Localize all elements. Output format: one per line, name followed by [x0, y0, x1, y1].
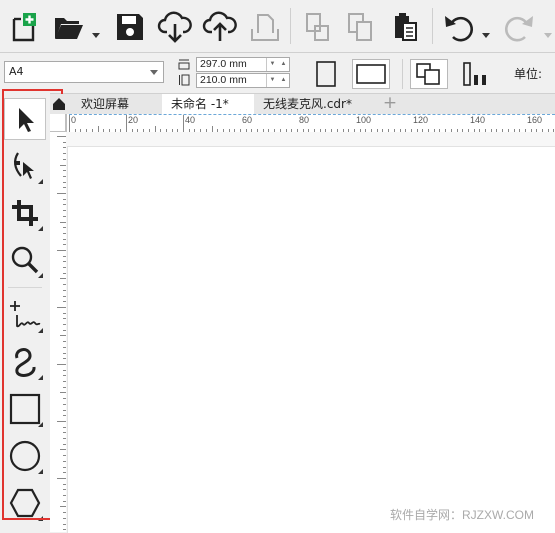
open-button[interactable]	[48, 8, 88, 46]
add-tab-button[interactable]: +	[380, 94, 400, 114]
cloud-import-button[interactable]	[155, 8, 195, 46]
clipboard-button[interactable]	[385, 8, 425, 46]
vertical-ruler[interactable]	[50, 114, 67, 532]
chevron-down-icon	[482, 33, 490, 38]
ruler-label: 60	[242, 115, 253, 125]
ruler-label: 100	[356, 115, 372, 125]
ruler-label: 20	[128, 115, 139, 125]
chevron-down-icon	[544, 33, 552, 38]
publish-pdf-button[interactable]	[245, 8, 285, 46]
standard-toolbar	[0, 0, 555, 53]
undo-icon	[445, 16, 473, 42]
tab-untitled-1[interactable]: 未命名 -1*	[162, 94, 254, 114]
current-page-button[interactable]	[456, 59, 494, 89]
open-dropdown-arrow[interactable]	[92, 24, 100, 38]
property-bar: A4 297.0 mm ▼ ▲ 210.0 mm ▼ ▲ 单位:	[0, 53, 555, 94]
page-height-value: 210.0 mm	[200, 74, 247, 86]
portrait-page-icon	[316, 61, 336, 87]
toolbar-separator	[432, 8, 433, 44]
ruler-tick	[69, 115, 70, 132]
tab-welcome-screen[interactable]: 欢迎屏幕	[72, 94, 138, 114]
document-page[interactable]	[67, 146, 555, 533]
ruler-label: 40	[185, 115, 196, 125]
ruler-tick	[126, 115, 127, 132]
page-height-stepper[interactable]: ▼ ▲	[266, 74, 289, 87]
ruler-label: 120	[413, 115, 429, 125]
ruler-tick	[57, 307, 66, 308]
copy-properties-button[interactable]	[297, 8, 337, 46]
all-pages-icon	[416, 63, 440, 85]
ruler-origin-corner[interactable]	[50, 114, 66, 132]
page-size-value: A4	[9, 65, 24, 78]
cloud-download-icon	[157, 11, 192, 43]
paste-properties-button[interactable]	[340, 8, 380, 46]
tab-wireless-microphone[interactable]: 无线麦克风.cdr*	[254, 94, 361, 114]
ruler-label: 80	[299, 115, 310, 125]
undo-dropdown-arrow[interactable]	[482, 24, 490, 38]
copy-properties-icon	[306, 13, 329, 41]
toolbar-separator	[290, 8, 291, 44]
ruler-label: 0	[71, 115, 77, 125]
watermark-text: 软件自学网：RJZXW.COM	[390, 508, 534, 522]
ruler-tick	[57, 364, 66, 365]
paste-properties-icon	[348, 13, 372, 41]
horizontal-ruler[interactable]: 0 20 40 60 80 100 120 140 160	[64, 114, 555, 133]
tab-label: 欢迎屏幕	[81, 97, 130, 111]
page-width-stepper[interactable]: ▼ ▲	[266, 58, 289, 71]
undo-button[interactable]	[438, 8, 478, 46]
publish-icon	[251, 14, 279, 41]
home-icon[interactable]	[52, 97, 66, 111]
redo-icon	[505, 16, 533, 42]
cloud-export-button[interactable]	[200, 8, 240, 46]
tab-label: 未命名 -1*	[171, 97, 229, 111]
page-height-icon	[179, 74, 190, 86]
new-document-button[interactable]	[4, 8, 44, 46]
clipboard-icon	[395, 13, 417, 41]
save-icon	[117, 14, 143, 40]
landscape-button[interactable]	[352, 59, 390, 89]
ruler-label: 140	[470, 115, 486, 125]
unit-label: 单位:	[514, 67, 543, 81]
chevron-down-icon	[92, 33, 100, 38]
chevron-down-icon	[150, 70, 158, 75]
ruler-tick	[57, 193, 66, 194]
cloud-upload-icon	[202, 11, 237, 41]
ruler-tick	[183, 115, 184, 132]
page-width-icon	[178, 59, 190, 70]
page-width-value: 297.0 mm	[200, 58, 247, 70]
document-tab-bar: 欢迎屏幕 未命名 -1* 无线麦克风.cdr* +	[50, 94, 555, 114]
page-height-field[interactable]: 210.0 mm ▼ ▲	[196, 73, 290, 88]
portrait-button[interactable]	[307, 59, 345, 89]
tab-label: 无线麦克风.cdr*	[263, 97, 352, 111]
page-width-field[interactable]: 297.0 mm ▼ ▲	[196, 57, 290, 72]
ruler-tick	[57, 250, 66, 251]
toolbar-separator	[402, 59, 403, 89]
all-pages-button[interactable]	[410, 59, 448, 89]
ruler-label: 160	[527, 115, 543, 125]
redo-dropdown-arrow[interactable]	[544, 24, 552, 38]
landscape-page-icon	[356, 64, 386, 84]
folder-icon	[55, 18, 83, 39]
ruler-tick	[57, 136, 66, 137]
ruler-tick	[57, 478, 66, 479]
save-button[interactable]	[110, 8, 150, 46]
new-document-icon	[12, 13, 36, 42]
bar-pages-icon	[463, 62, 486, 86]
redo-button[interactable]	[500, 8, 540, 46]
page-size-select[interactable]: A4	[4, 61, 164, 83]
ruler-tick	[57, 421, 66, 422]
